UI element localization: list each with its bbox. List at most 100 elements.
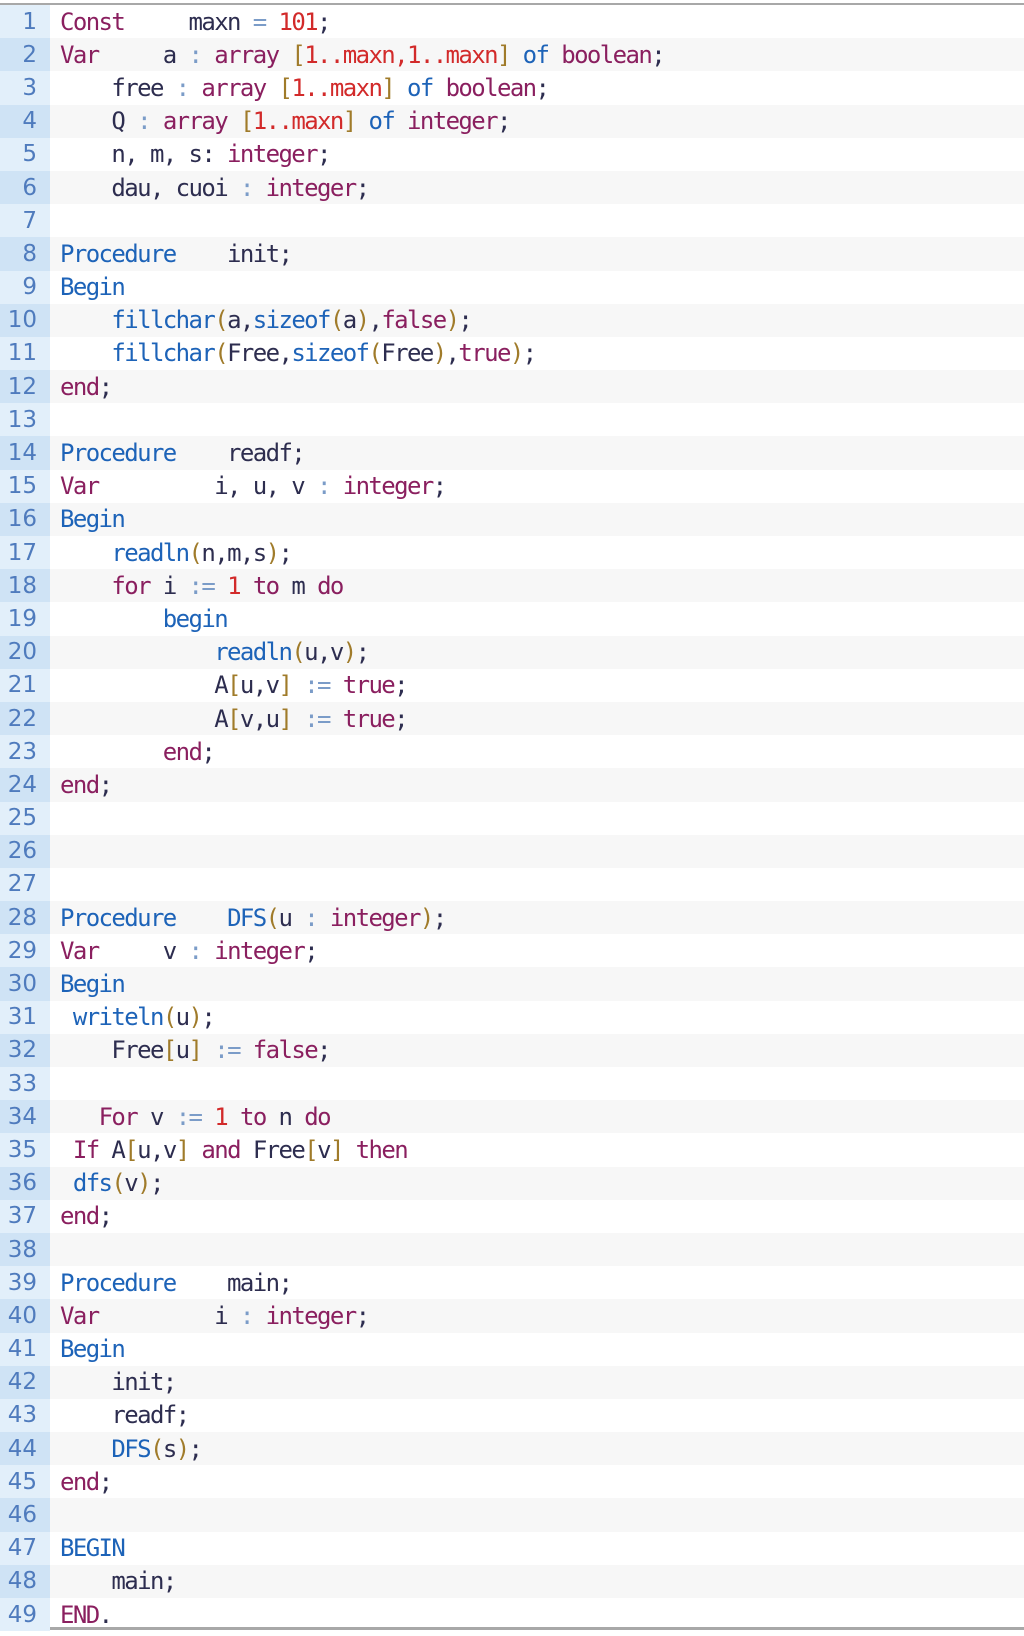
code-line[interactable]: 29 Var v : integer;: [0, 934, 1024, 968]
code-token: ;: [201, 737, 215, 766]
code-line[interactable]: 49 END.: [0, 1598, 1024, 1632]
code-token: ): [342, 638, 357, 667]
code-line[interactable]: 46: [0, 1498, 1024, 1532]
code-token: array: [162, 107, 229, 136]
code-text: Procedure readf;: [50, 439, 306, 467]
code-line[interactable]: 41 Begin: [0, 1332, 1024, 1366]
code-line[interactable]: 13: [0, 403, 1024, 437]
code-line[interactable]: 39 Procedure main;: [0, 1266, 1024, 1300]
code-token: :=: [214, 1036, 241, 1065]
line-number: 42: [0, 1365, 50, 1399]
code-text: Begin: [50, 505, 126, 533]
line-number: 35: [0, 1133, 50, 1167]
line-number: 36: [0, 1166, 50, 1200]
code-line[interactable]: 17 readln(n,m,s);: [0, 536, 1024, 570]
code-line[interactable]: 5 n, m, s: integer;: [0, 137, 1024, 171]
code-token: 1..maxn: [252, 107, 345, 136]
line-number: 40: [0, 1299, 50, 1333]
code-token: a: [342, 306, 357, 335]
line-number: 39: [0, 1266, 50, 1300]
code-line[interactable]: 44 DFS(s);: [0, 1432, 1024, 1466]
code-token: of: [368, 107, 395, 136]
code-line[interactable]: 36 dfs(v);: [0, 1166, 1024, 1200]
code-line[interactable]: 33: [0, 1067, 1024, 1101]
code-token: writeln: [72, 1003, 165, 1032]
code-token: end: [60, 1202, 100, 1231]
code-line[interactable]: 19 begin: [0, 602, 1024, 636]
line-number: 48: [0, 1564, 50, 1598]
code-line[interactable]: 21 A[u,v] := true;: [0, 668, 1024, 702]
code-line[interactable]: 27: [0, 867, 1024, 902]
code-token: ;: [278, 538, 292, 567]
code-token: [: [304, 1135, 318, 1164]
code-text: BEGIN: [50, 1534, 126, 1562]
code-token: Var: [60, 472, 100, 501]
code-line[interactable]: 14 Procedure readf;: [0, 436, 1024, 470]
code-line[interactable]: 9 Begin: [0, 270, 1024, 304]
code-line[interactable]: 22 A[v,u] := true;: [0, 701, 1024, 736]
code-line[interactable]: 2 Var a : array [1..maxn,1..maxn] of bool…: [0, 38, 1024, 72]
code-token: v: [98, 936, 189, 965]
code-line[interactable]: 16 Begin: [0, 502, 1024, 536]
code-text: end;: [50, 1468, 113, 1496]
code-line[interactable]: 42 init;: [0, 1365, 1024, 1399]
code-token: a: [98, 40, 189, 69]
code-line[interactable]: 47 BEGIN: [0, 1531, 1024, 1565]
code-line[interactable]: 40 Var i : integer;: [0, 1299, 1024, 1333]
code-text: readf;: [50, 1401, 190, 1429]
code-line[interactable]: 48 main;: [0, 1564, 1024, 1598]
code-line[interactable]: 38: [0, 1232, 1024, 1267]
code-token: ]: [329, 1135, 344, 1164]
code-line[interactable]: 11 fillchar(Free,sizeof(Free),true);: [0, 336, 1024, 371]
code-token: end: [162, 737, 203, 766]
code-line[interactable]: 20 readln(u,v);: [0, 635, 1024, 669]
code-line[interactable]: 28 Procedure DFS(u : integer);: [0, 901, 1024, 935]
code-token: u,v: [137, 1135, 177, 1164]
code-token: dfs: [72, 1169, 113, 1198]
code-line[interactable]: 7: [0, 204, 1024, 238]
line-number: 47: [0, 1531, 50, 1565]
code-token: Q: [60, 107, 138, 136]
code-token: ,: [368, 306, 382, 335]
code-line[interactable]: 18 for i := 1 to m do: [0, 569, 1024, 603]
code-token: false: [381, 306, 447, 335]
code-line[interactable]: 31 writeln(u);: [0, 1000, 1024, 1034]
code-line[interactable]: 6 dau, cuoi : integer;: [0, 170, 1024, 205]
code-line[interactable]: 24 end;: [0, 768, 1024, 802]
code-line[interactable]: 26: [0, 834, 1024, 868]
code-line[interactable]: 8 Procedure init;: [0, 237, 1024, 271]
code-line[interactable]: 37 end;: [0, 1199, 1024, 1233]
code-line[interactable]: 12 end;: [0, 370, 1024, 404]
code-line[interactable]: 15 Var i, u, v : integer;: [0, 469, 1024, 503]
code-line[interactable]: 34 For v := 1 to n do: [0, 1100, 1024, 1134]
code-line[interactable]: 1 Const maxn = 101;: [0, 5, 1024, 39]
code-token: Free: [381, 339, 434, 368]
code-token: boolean: [445, 73, 538, 102]
code-token: n,m,s: [201, 538, 267, 567]
line-number: 15: [0, 469, 50, 503]
code-line[interactable]: 32 Free[u] := false;: [0, 1033, 1024, 1067]
code-editor[interactable]: 1 Const maxn = 101; 2 Var a : array [1..max…: [0, 3, 1024, 1632]
code-token: Free: [239, 1135, 306, 1164]
code-token: integer: [342, 472, 435, 501]
code-text: init;: [50, 1368, 177, 1396]
line-number: 44: [0, 1432, 50, 1466]
line-number: 46: [0, 1498, 50, 1532]
code-line[interactable]: 35 If A[u,v] and Free[v] then: [0, 1133, 1024, 1167]
code-line[interactable]: 4 Q : array [1..maxn] of integer;: [0, 104, 1024, 138]
code-line[interactable]: 3 free : array [1..maxn] of boolean;: [0, 71, 1024, 105]
code-line[interactable]: 10 fillchar(a,sizeof(a),false);: [0, 303, 1024, 337]
code-line[interactable]: 23 end;: [0, 735, 1024, 769]
code-token: Free,: [227, 339, 293, 368]
code-line[interactable]: 25: [0, 801, 1024, 835]
code-line[interactable]: 45 end;: [0, 1465, 1024, 1499]
code-line[interactable]: 30 Begin: [0, 967, 1024, 1001]
code-text: end;: [50, 737, 216, 766]
code-line[interactable]: 43 readf;: [0, 1398, 1024, 1433]
